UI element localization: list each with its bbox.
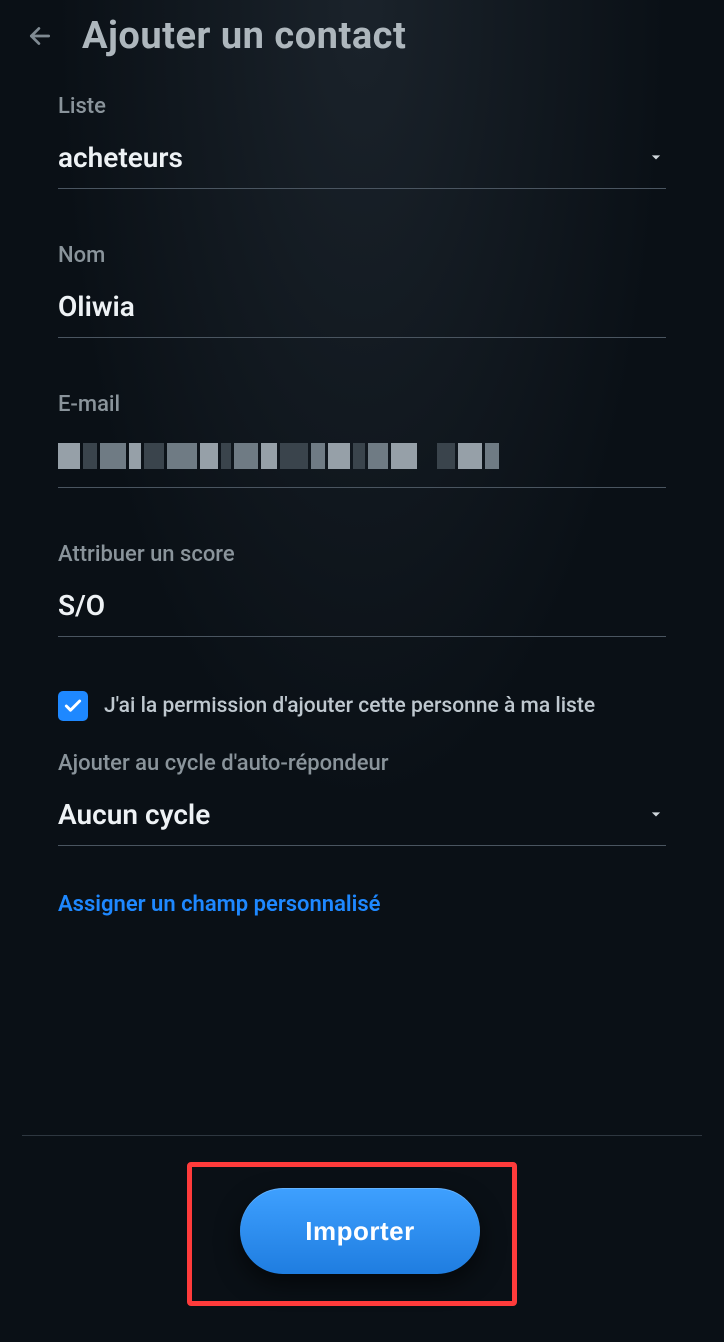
score-label: Attribuer un score (58, 542, 666, 567)
score-input[interactable]: S/O (58, 589, 666, 637)
name-input[interactable]: Oliwia (58, 290, 666, 338)
back-button[interactable] (20, 16, 60, 56)
email-input[interactable] (58, 439, 666, 488)
chevron-down-icon (646, 798, 666, 831)
header: Ajouter un contact (0, 0, 724, 68)
name-label: Nom (58, 243, 666, 268)
email-field: E-mail (58, 392, 666, 488)
email-label: E-mail (58, 392, 666, 417)
score-value: S/O (58, 589, 105, 622)
list-label: Liste (58, 94, 666, 119)
list-value: acheteurs (58, 141, 183, 174)
autoresponder-value: Aucun cycle (58, 798, 210, 831)
permission-label: J'ai la permission d'ajouter cette perso… (104, 694, 595, 718)
add-contact-form: Liste acheteurs Nom Oliwia E-mail (0, 68, 724, 917)
assign-custom-field-link[interactable]: Assigner un champ personnalisé (58, 892, 380, 917)
score-field: Attribuer un score S/O (58, 542, 666, 637)
arrow-left-icon (27, 23, 53, 49)
footer-separator (22, 1135, 702, 1136)
import-button[interactable]: Importer (240, 1188, 480, 1274)
page-title: Ajouter un contact (82, 14, 406, 58)
email-value-redacted (58, 439, 499, 473)
name-value: Oliwia (58, 290, 135, 323)
name-field: Nom Oliwia (58, 243, 666, 338)
chevron-down-icon (646, 141, 666, 174)
permission-row: J'ai la permission d'ajouter cette perso… (58, 691, 666, 721)
autoresponder-select[interactable]: Aucun cycle (58, 798, 666, 846)
autoresponder-label: Ajouter au cycle d'auto-répondeur (58, 751, 666, 776)
list-select[interactable]: acheteurs (58, 141, 666, 189)
list-field: Liste acheteurs (58, 94, 666, 189)
permission-checkbox[interactable] (58, 691, 88, 721)
check-icon (63, 696, 83, 716)
